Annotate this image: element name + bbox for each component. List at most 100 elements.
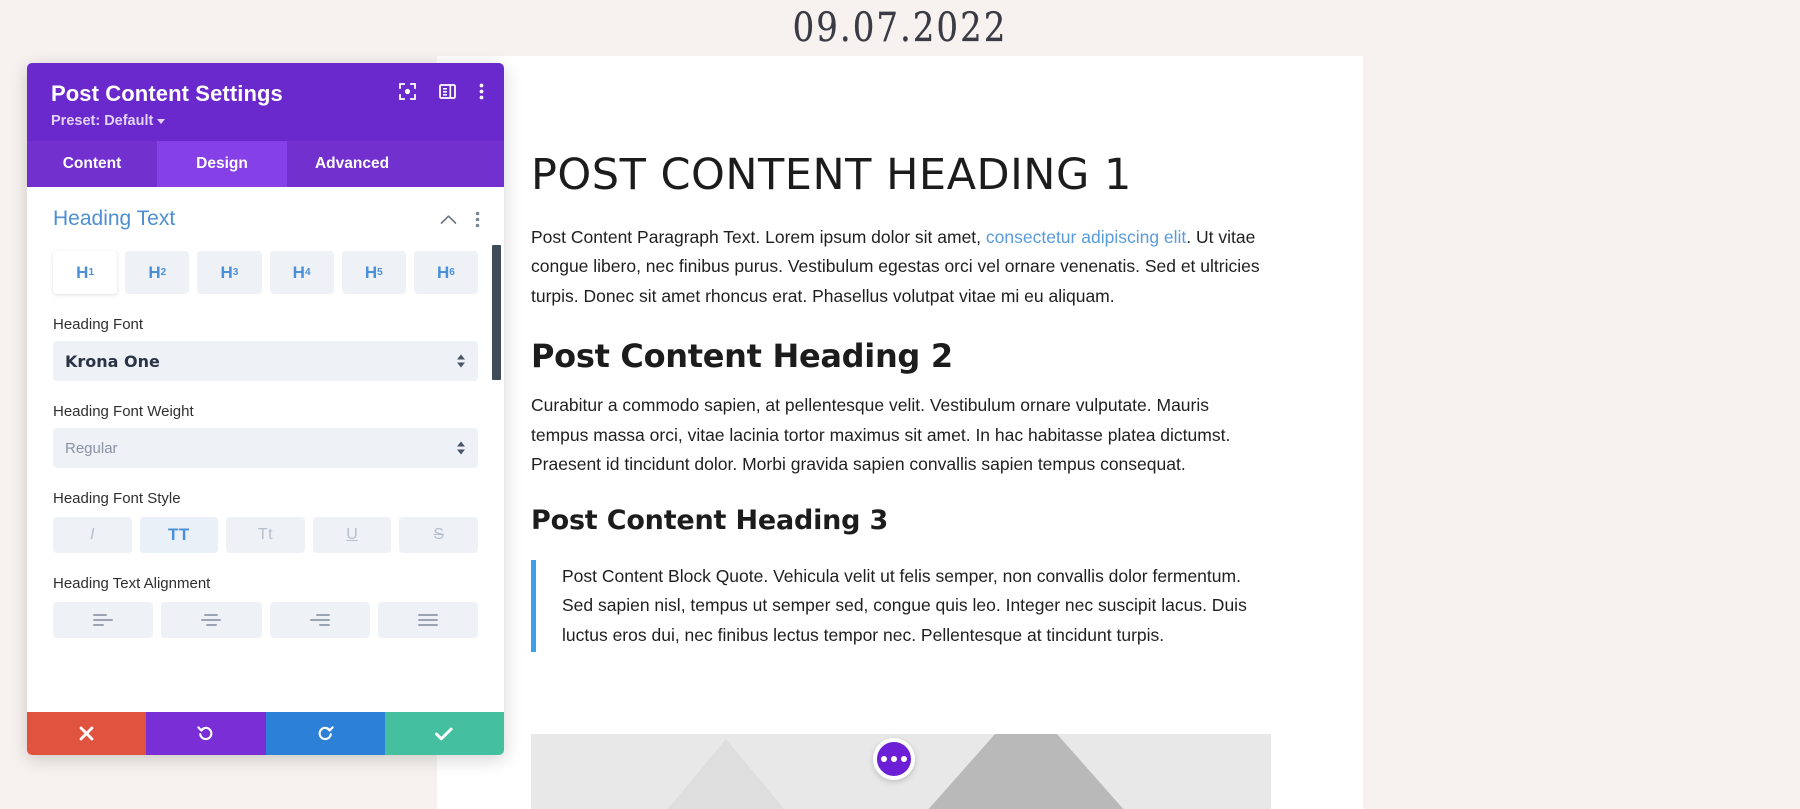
post-content-settings-modal: Post Content Settings Preset: Default Co… [27, 63, 504, 755]
heading-text-section-header: Heading Text [27, 187, 504, 237]
post-heading-2: Post Content Heading 2 [531, 336, 953, 375]
heading-font-weight-label: Heading Font Weight [53, 403, 194, 420]
preset-selector[interactable]: Preset: Default [51, 113, 480, 129]
more-vertical-icon[interactable] [475, 211, 480, 228]
date-banner: 09.07.2022 [0, 0, 1800, 56]
align-center-button[interactable] [161, 602, 262, 638]
h-letter: H [292, 262, 305, 282]
heading-level-h2-button[interactable]: H2 [125, 251, 190, 294]
italic-button[interactable]: I [53, 517, 132, 553]
more-options-fab[interactable] [873, 738, 915, 780]
blockquote-text: Post Content Block Quote. Vehicula velit… [562, 565, 1247, 645]
heading-font-weight-select[interactable]: Regular [53, 428, 478, 468]
h-letter: H [76, 262, 89, 282]
h-number: 6 [449, 267, 455, 278]
smallcaps-button[interactable]: Tt [226, 517, 305, 553]
dot-icon [901, 756, 907, 762]
h-number: 4 [304, 267, 311, 278]
chevron-down-icon [157, 118, 166, 124]
heading-level-h3-button[interactable]: H3 [197, 251, 262, 294]
modal-body: Heading Text H1 H2 H 3 H 4 H 5 H 6 Headi… [27, 187, 504, 712]
align-justify-button[interactable] [377, 602, 478, 638]
strikethrough-glyph: S [433, 526, 444, 543]
h-number: 5 [377, 267, 383, 278]
underline-glyph: U [346, 526, 358, 543]
heading-level-h4-button[interactable]: H4 [269, 251, 334, 294]
align-left-button[interactable] [53, 602, 154, 638]
post-paragraph-1: Post Content Paragraph Text. Lorem ipsum… [531, 223, 1271, 311]
align-left-icon [93, 614, 114, 626]
modal-footer [27, 712, 504, 755]
more-vertical-icon[interactable] [479, 83, 484, 100]
heading-font-select[interactable]: Krona One [53, 341, 478, 381]
mountain-shape-large [911, 734, 1141, 809]
post-heading-1: Post Content Heading 1 [531, 150, 1132, 200]
caret-down-icon [457, 362, 465, 368]
h-number: 2 [160, 267, 167, 278]
check-icon [435, 727, 454, 740]
dot-icon [881, 756, 887, 762]
heading-text-alignment-label: Heading Text Alignment [53, 575, 211, 592]
mountain-shape-small [651, 739, 801, 809]
italic-glyph: I [90, 526, 95, 543]
save-button[interactable] [384, 712, 504, 755]
layout-panel-icon[interactable] [439, 83, 456, 100]
post-paragraph-2: Curabitur a commodo sapien, at pellentes… [531, 395, 1231, 475]
align-right-button[interactable] [269, 602, 370, 638]
uppercase-glyph: TT [168, 525, 190, 544]
h-number: 1 [88, 267, 94, 278]
heading-text-alignment-group [53, 602, 478, 638]
heading-level-h5-button[interactable]: H5 [341, 251, 406, 294]
heading-font-value: Krona One [65, 351, 160, 371]
heading-level-h6-button[interactable]: H6 [413, 251, 479, 294]
settings-scrollbar-track[interactable] [492, 187, 501, 712]
cancel-button[interactable] [27, 712, 147, 755]
tab-content[interactable]: Content [27, 141, 157, 187]
redo-button[interactable] [265, 712, 385, 755]
align-justify-icon [417, 614, 438, 626]
tab-advanced[interactable]: Advanced [287, 141, 417, 187]
heading-font-style-label: Heading Font Style [53, 490, 181, 507]
close-icon [79, 726, 94, 741]
underline-button[interactable]: U [312, 517, 392, 553]
post-heading-3: Post Content Heading 3 [531, 505, 889, 537]
screen-root: 09.07.2022 Post Content Heading 1 Post C… [0, 0, 1800, 809]
heading-text-fields: H1 H2 H3 H4 H5 H6 Heading Font Krona One… [27, 251, 504, 638]
h-letter: H [364, 262, 378, 282]
undo-button[interactable] [146, 712, 266, 755]
post-date: 09.07.2022 [792, 4, 1008, 52]
h-letter: H [148, 262, 161, 282]
heading-level-group: H1 H2 H3 H4 H5 H6 [53, 251, 479, 294]
section-title: Heading Text [53, 207, 176, 230]
spinner-icon [457, 354, 465, 368]
h-number: 3 [232, 267, 239, 278]
modal-header-icons [399, 83, 484, 100]
post-blockquote: Post Content Block Quote. Vehicula velit… [531, 559, 1271, 653]
chevron-up-icon[interactable] [440, 214, 457, 225]
caret-down-icon [457, 449, 465, 455]
dot-icon [891, 756, 897, 762]
post-content-area: Post Content Heading 1 Post Content Para… [531, 150, 1271, 680]
h-letter: H [437, 262, 450, 282]
smallcaps-glyph: Tt [257, 526, 274, 543]
uppercase-button[interactable]: TT [139, 517, 219, 553]
redo-icon [318, 726, 334, 741]
modal-tabs: Content Design Advanced [27, 141, 504, 187]
spinner-icon [457, 441, 465, 455]
heading-font-label: Heading Font [53, 316, 144, 333]
strikethrough-button[interactable]: S [399, 517, 478, 553]
undo-icon [197, 726, 213, 741]
align-right-icon [309, 614, 330, 626]
settings-scrollbar-thumb[interactable] [492, 245, 501, 380]
modal-header: Post Content Settings Preset: Default [27, 63, 504, 141]
caret-up-icon [457, 441, 465, 447]
heading-font-weight-value: Regular [65, 439, 118, 457]
heading-level-h1-button[interactable]: H1 [53, 251, 118, 294]
h-letter: H [220, 262, 233, 282]
tab-design[interactable]: Design [157, 141, 287, 187]
focus-icon[interactable] [399, 83, 416, 100]
paragraph-1-link[interactable]: consectetur adipiscing elit [986, 227, 1186, 247]
caret-up-icon [457, 354, 465, 360]
align-center-icon [201, 614, 222, 626]
preset-label: Preset: Default [51, 113, 154, 129]
